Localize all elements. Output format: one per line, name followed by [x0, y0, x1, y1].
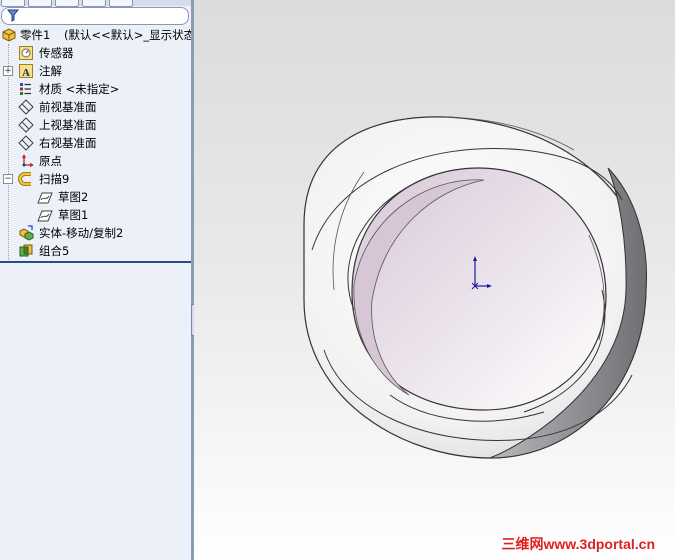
tab-property-manager[interactable] [28, 0, 52, 7]
tree-item-sensors[interactable]: 传感器 [18, 44, 188, 62]
origin-icon [22, 154, 34, 167]
tree-item-front-plane[interactable]: 前视基准面 [18, 98, 188, 116]
plane-icon [18, 135, 34, 151]
tree-item-material[interactable]: 材质 <未指定> [18, 80, 188, 98]
origin-label: 原点 [39, 154, 62, 168]
move-copy-icon [19, 225, 34, 241]
plane-icon [18, 99, 34, 115]
combine-label: 组合5 [39, 244, 70, 258]
tab-feature-manager[interactable] [1, 0, 25, 7]
tree-empty-area [0, 263, 191, 560]
plane-icon [18, 117, 34, 133]
feature-tree: 零件1 (默认<<默认>_显示状态 传感器 + A 注解 材质 <未指定> 前视… [0, 26, 191, 270]
part-icon [2, 28, 16, 42]
filter-icon[interactable] [7, 9, 19, 22]
twisted-ring-model[interactable] [194, 0, 675, 560]
panel-tab-strip [0, 0, 191, 7]
combine-icon [19, 244, 33, 257]
tab-dimxpert-manager[interactable] [82, 0, 106, 7]
sensor-icon [19, 46, 33, 60]
material-label: 材质 <未指定> [39, 82, 120, 96]
tab-display-manager[interactable] [109, 0, 133, 7]
right-plane-label: 右视基准面 [39, 136, 97, 150]
part-config: (默认<<默认>_显示状态 [64, 28, 191, 42]
sketch2-label: 草图2 [58, 190, 89, 204]
tree-item-sketch1[interactable]: 草图1 [37, 206, 187, 224]
sensors-label: 传感器 [39, 46, 74, 60]
svg-text:A: A [22, 67, 30, 79]
tab-configuration-manager[interactable] [55, 0, 79, 7]
tree-item-move-copy[interactable]: 实体-移动/复制2 [18, 224, 188, 242]
annotation-icon: A [19, 64, 33, 79]
sketch-icon [37, 192, 53, 204]
tree-item-sweep[interactable]: − 扫描9 [0, 170, 188, 188]
graphics-area[interactable]: 三维网www.3dportal.cn [194, 0, 675, 560]
sweep-icon [18, 172, 31, 186]
tree-filter-input[interactable] [1, 7, 189, 25]
sketch-icon [37, 210, 53, 222]
collapse-sweep-toggle[interactable]: − [3, 174, 13, 184]
part-name: 零件1 [20, 28, 51, 42]
tree-root-part[interactable]: 零件1 (默认<<默认>_显示状态 [0, 26, 191, 44]
top-plane-label: 上视基准面 [39, 118, 97, 132]
move-copy-label: 实体-移动/复制2 [39, 226, 124, 240]
tree-item-top-plane[interactable]: 上视基准面 [18, 116, 188, 134]
tree-item-combine[interactable]: 组合5 [18, 242, 188, 260]
tree-item-sketch2[interactable]: 草图2 [37, 188, 187, 206]
expand-annotations-toggle[interactable]: + [3, 66, 13, 76]
annotations-label: 注解 [39, 64, 62, 78]
tree-item-annotations[interactable]: + A 注解 [0, 62, 188, 80]
tree-item-origin[interactable]: 原点 [18, 152, 188, 170]
front-plane-label: 前视基准面 [39, 100, 97, 114]
watermark-text: 三维网www.3dportal.cn [501, 536, 656, 552]
material-icon [20, 83, 31, 95]
sweep-label: 扫描9 [39, 172, 70, 186]
sketch1-label: 草图1 [58, 208, 89, 222]
tree-item-right-plane[interactable]: 右视基准面 [18, 134, 188, 152]
feature-manager-panel: 零件1 (默认<<默认>_显示状态 传感器 + A 注解 材质 <未指定> 前视… [0, 0, 191, 560]
